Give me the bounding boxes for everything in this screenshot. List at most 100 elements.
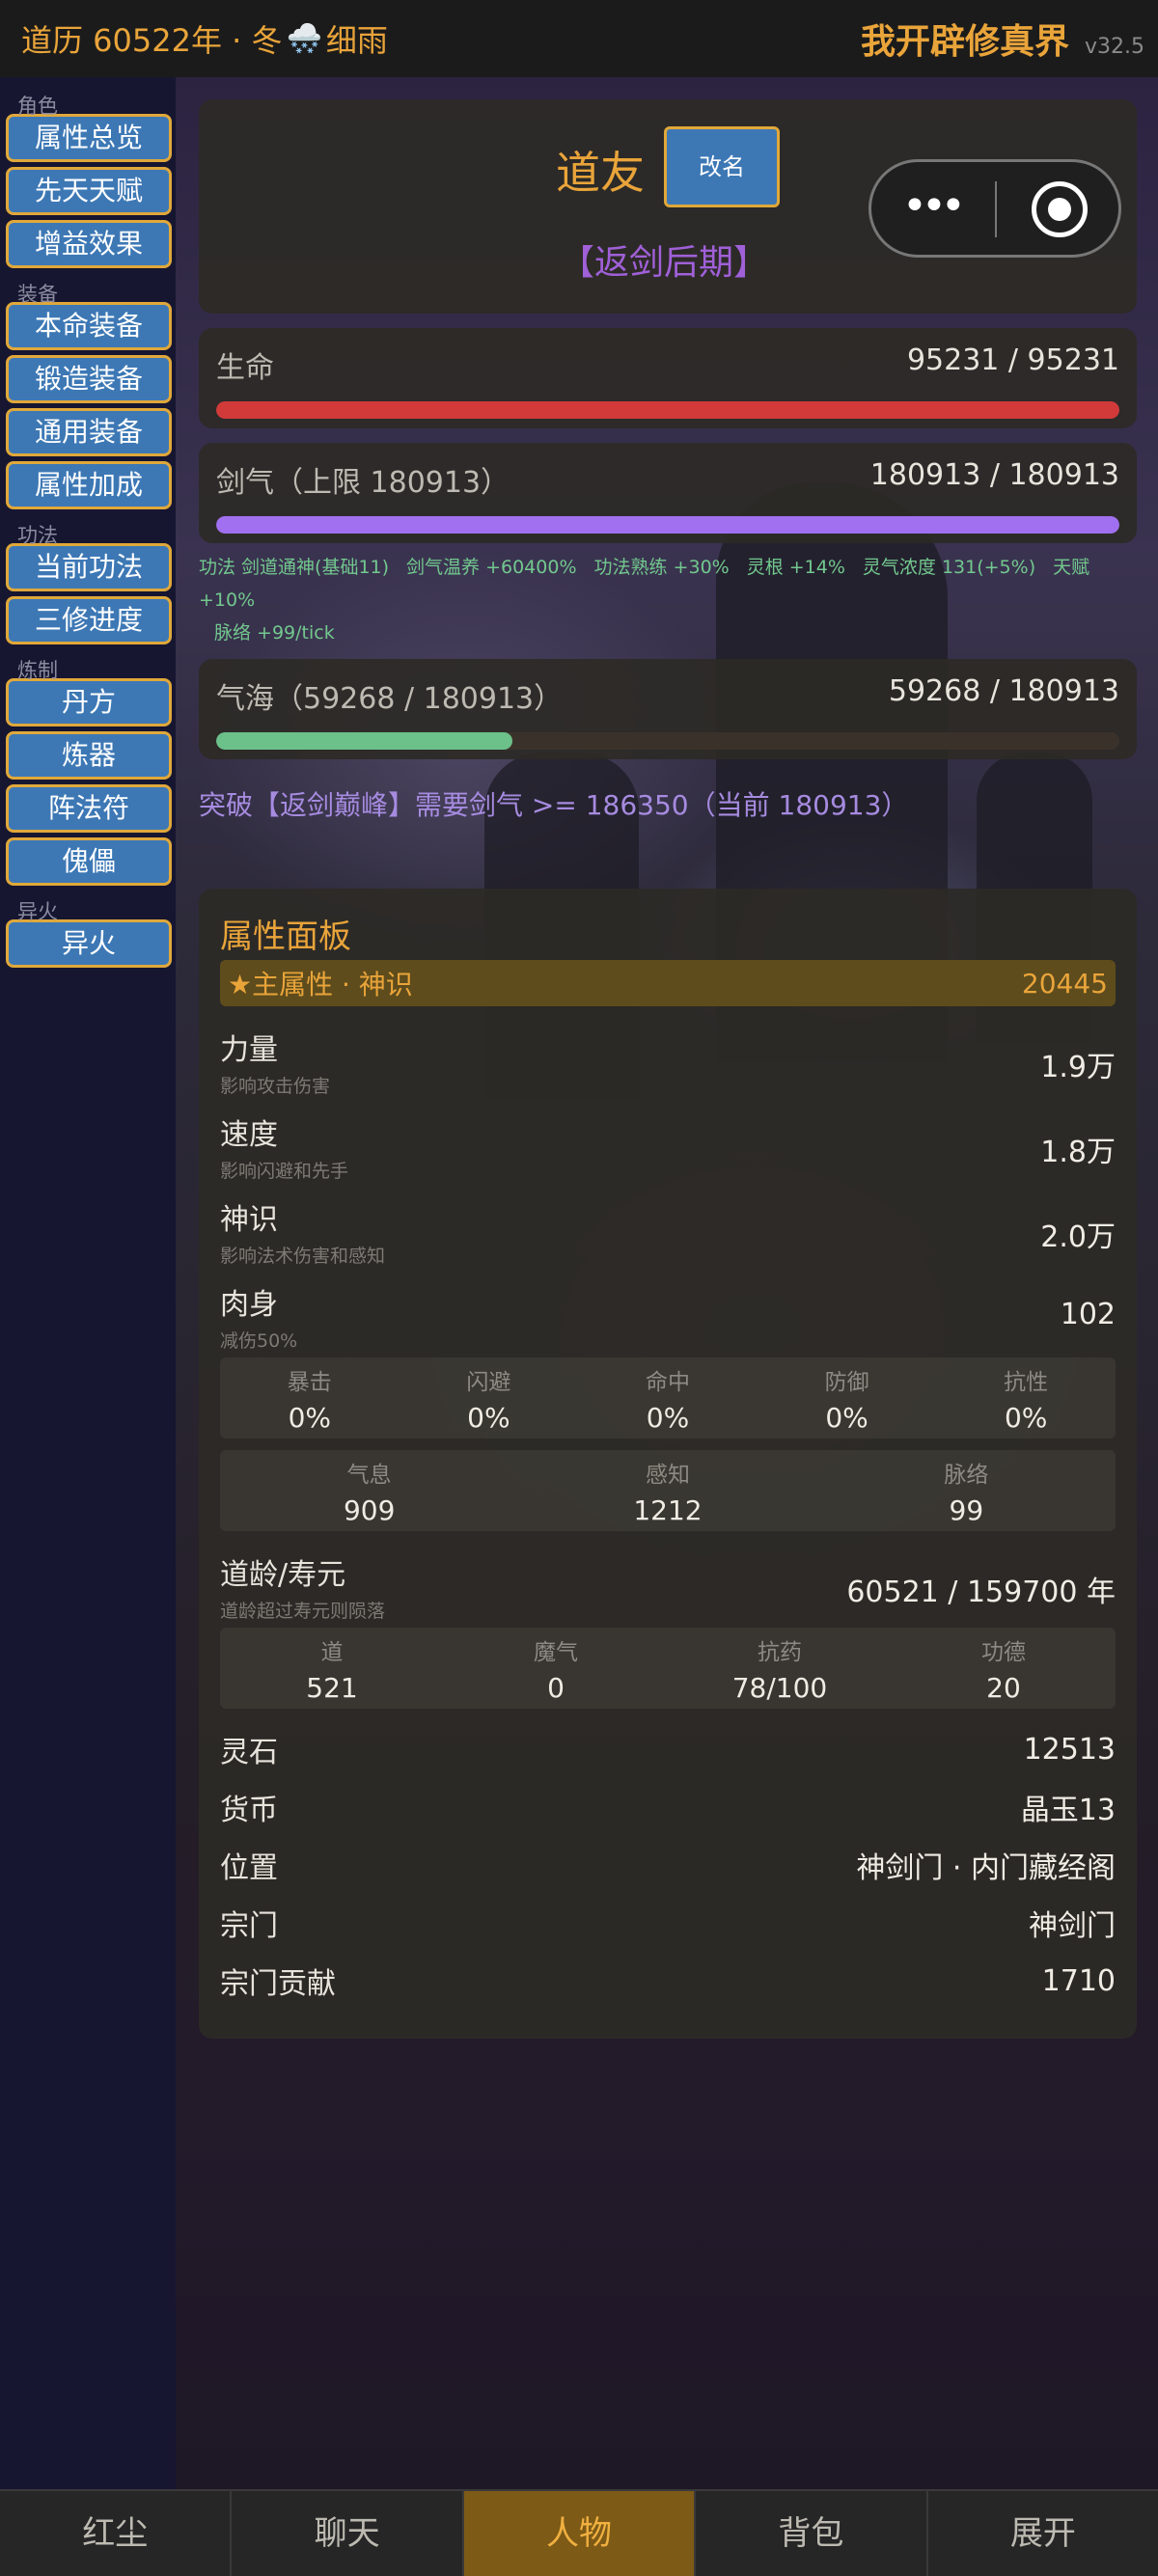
capsule-divider [995,181,997,237]
main-attribute-label: ★主属性 · 神识 [228,969,413,1000]
stat-value: 0% [825,1402,868,1434]
calendar-text: 道历 60522年 · 冬 [21,22,283,59]
sidebar-nav-button[interactable]: 通用装备 [6,408,172,456]
buff-item: 功法 剑道通神(基础11) [199,557,390,578]
attribute-row: 肉身 减伤50% 102 [220,1273,1116,1357]
realm-label: 【返剑后期】 [559,243,768,283]
age-value: 60521 / 159700 年 [846,1576,1116,1609]
stat-cell: 脉络 99 [817,1450,1116,1531]
info-value: 1710 [1041,1963,1116,1998]
inner-stats-grid: 气息 909 感知 1212 脉络 99 [220,1450,1116,1531]
dao-stats-grid: 道 521 魔气 0 抗药 78/100 功德 20 [220,1628,1116,1709]
stat-key: 脉络 [944,1463,989,1488]
sword-qi-value: 180913 / 180913 [869,458,1119,492]
weather-text: 细雨 [325,22,388,59]
stat-key: 闪避 [466,1370,511,1395]
info-value: 神剑门 [1029,1909,1116,1943]
attribute-value: 102 [1060,1298,1116,1331]
tab-2[interactable]: 人物 [463,2491,697,2576]
hp-label: 生命 [216,351,274,385]
stat-cell: 命中 0% [578,1357,758,1439]
attribute-row: 速度 影响闪避和先手 1.8万 [220,1103,1116,1188]
age-row: 道龄/寿元 道龄超过寿元则陨落 60521 / 159700 年 [220,1543,1116,1628]
stat-value: 1212 [633,1494,703,1526]
stat-value: 0% [1004,1402,1048,1434]
stat-cell: 抗性 0% [936,1357,1116,1439]
qi-sea-label: 气海（59268 / 180913） [216,682,564,716]
stat-cell: 气息 909 [220,1450,518,1531]
attribute-row: 力量影响攻击伤害 1.9万 [220,1018,1116,1103]
buff-item: 灵根 +14% [746,557,845,578]
tab-3[interactable]: 背包 [696,2491,928,2576]
combat-stats-grid: 暴击 0% 闪避 0% 命中 0% 防御 0% 抗性 0% [220,1357,1116,1439]
sidebar-group-label: 异火 [17,900,58,923]
info-row: 灵石 12513 [220,1720,1116,1778]
stat-key: 防御 [824,1370,869,1395]
sidebar-nav-button[interactable]: 本命装备 [6,302,172,350]
qi-sea-fill [216,732,512,750]
player-name: 道友 [556,147,645,199]
hp-value: 95231 / 95231 [906,343,1119,377]
sidebar-nav-button[interactable]: 增益效果 [6,220,172,268]
close-target-icon[interactable] [1032,181,1088,237]
stat-cell: 功德 20 [892,1628,1116,1709]
calendar-weather: 道历 60522年 · 冬 🌨️ 细雨 [21,16,388,61]
attribute-name: 肉身 [220,1288,278,1322]
attribute-row: 神识 影响法术伤害和感知 2.0万 [220,1188,1116,1273]
sidebar-nav-button[interactable]: 属性加成 [6,461,172,509]
sidebar-nav-button[interactable]: 锻造装备 [6,355,172,403]
stat-value: 521 [306,1672,358,1704]
attribute-desc: 影响攻击伤害 [220,1076,331,1097]
sidebar-group-label: 功法 [17,524,58,547]
stat-value: 99 [949,1494,984,1526]
attribute-name: 速度 [220,1118,278,1152]
main-attribute-value: 20445 [1021,967,1108,1000]
stat-cell: 道 521 [220,1628,444,1709]
info-key: 宗门贡献 [220,1967,336,2001]
tab-0[interactable]: 红尘 [0,2491,233,2576]
info-value: 12513 [1023,1732,1116,1767]
stat-key: 气息 [346,1463,392,1488]
sidebar-nav-button[interactable]: 炼器 [6,731,172,780]
sidebar-nav-button[interactable]: 丹方 [6,678,172,726]
info-value: 神剑门 · 内门藏经阁 [856,1851,1116,1885]
attribute-value: 1.9万 [1040,1051,1116,1084]
stat-key: 功德 [981,1640,1026,1665]
attribute-desc: 影响闪避和先手 [220,1161,349,1182]
sidebar-group-label: 装备 [17,283,58,306]
info-key: 货币 [220,1794,278,1827]
stat-cell: 暴击 0% [220,1357,400,1439]
stat-key: 命中 [645,1370,690,1395]
stat-cell: 感知 1212 [518,1450,816,1531]
sidebar-nav-button[interactable]: 属性总览 [6,114,172,162]
sidebar-nav-button[interactable]: 三修进度 [6,596,172,644]
sidebar-nav-button[interactable]: 傀儡 [6,837,172,886]
stat-key: 抗性 [1004,1370,1049,1395]
age-name: 道龄/寿元 [220,1558,346,1592]
sidebar-nav-button[interactable]: 先天天赋 [6,167,172,215]
top-bar: 道历 60522年 · 冬 🌨️ 细雨 我开辟修真界 v32.5 [0,0,1158,77]
qi-sea-value: 59268 / 180913 [888,674,1119,708]
tab-4[interactable]: 展开 [928,2491,1158,2576]
info-key: 灵石 [220,1736,278,1769]
more-icon[interactable]: ••• [902,185,979,228]
attribute-name: 力量 [220,1033,278,1067]
stat-cell: 闪避 0% [400,1357,579,1439]
stat-key: 抗药 [758,1640,802,1665]
stat-cell: 抗药 78/100 [668,1628,892,1709]
sword-qi-fill [216,516,1119,534]
sword-qi-label: 剑气（上限 180913） [216,466,510,500]
stat-value: 909 [343,1494,396,1526]
tab-1[interactable]: 聊天 [232,2491,464,2576]
buff-item: 剑气温养 +60400% [406,557,577,578]
info-row: 宗门贡献 1710 [220,1952,1116,2010]
attribute-desc: 影响法术伤害和感知 [220,1246,386,1267]
rename-button[interactable]: 改名 [664,126,780,207]
sidebar-nav-button[interactable]: 阵法符 [6,784,172,833]
info-row: 位置 神剑门 · 内门藏经阁 [220,1836,1116,1894]
sidebar-nav-button[interactable]: 异火 [6,919,172,968]
buff-item: 灵气浓度 131(+5%) [862,557,1036,578]
sidebar-nav-button[interactable]: 当前功法 [6,543,172,591]
main-attribute-row: ★主属性 · 神识 20445 [220,960,1116,1006]
stat-value: 78/100 [731,1672,828,1704]
